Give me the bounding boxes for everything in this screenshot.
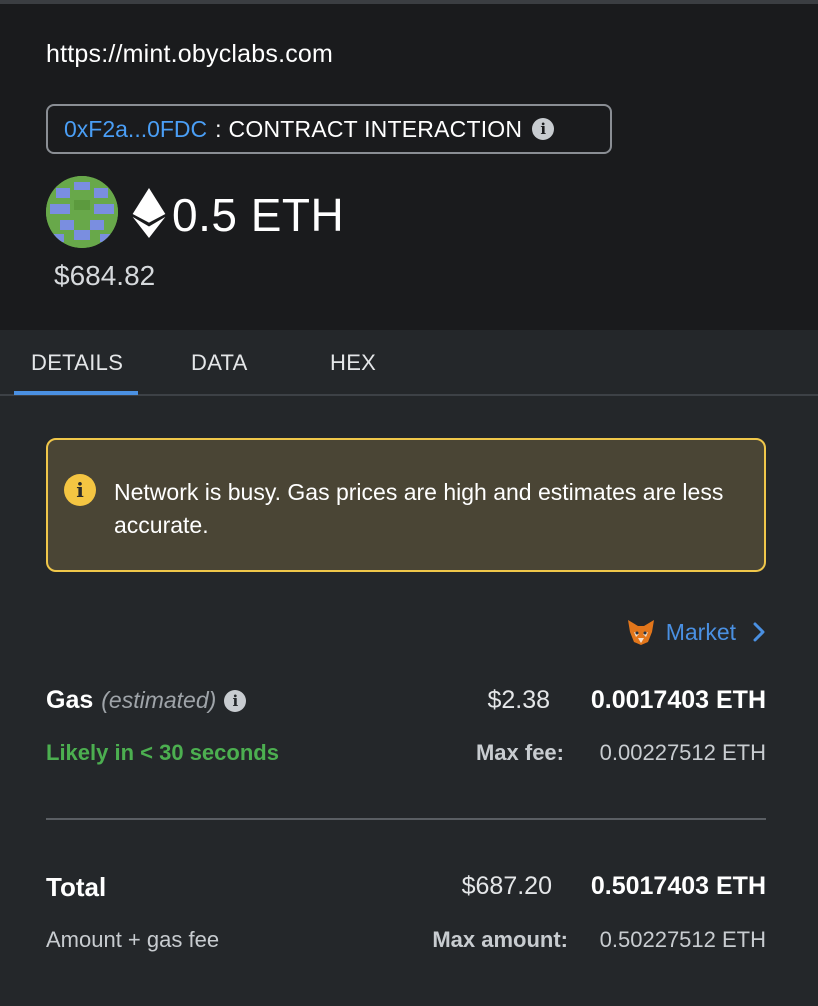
max-fee-value: 0.00227512 ETH bbox=[599, 740, 766, 765]
total-eth-value: 0.5017403 ETH bbox=[590, 872, 766, 900]
warning-message: Network is busy. Gas prices are high and… bbox=[114, 479, 724, 538]
identicon-icon bbox=[46, 176, 118, 248]
ethereum-icon bbox=[132, 188, 166, 238]
gas-info-icon[interactable]: i bbox=[224, 689, 247, 712]
tab-data[interactable]: DATA bbox=[191, 350, 248, 376]
transaction-header: https://mint.obyclabs.com 0xF2a...0FDC :… bbox=[0, 4, 818, 330]
tab-details[interactable]: DETAILS bbox=[31, 350, 123, 376]
transaction-amount: 0.5 ETH bbox=[172, 189, 345, 241]
gas-timing-estimate: Likely in < 30 seconds bbox=[46, 740, 279, 765]
gas-label: Gas bbox=[46, 686, 94, 714]
transaction-fiat-value: $684.82 bbox=[54, 260, 156, 291]
contract-separator: : bbox=[215, 115, 222, 142]
gas-estimated-label: (estimated) bbox=[101, 687, 217, 713]
max-fee-label: Max fee: bbox=[475, 740, 564, 765]
max-amount-label: Max amount: bbox=[432, 927, 568, 952]
max-amount-value: 0.50227512 ETH bbox=[599, 927, 766, 952]
gas-market-selector[interactable]: Market bbox=[626, 618, 766, 646]
tab-bar: DETAILS DATA HEX bbox=[0, 330, 818, 396]
info-icon[interactable]: i bbox=[532, 118, 555, 140]
metamask-fox-icon bbox=[627, 620, 654, 645]
total-sub-label: Amount + gas fee bbox=[46, 927, 220, 952]
tab-hex[interactable]: HEX bbox=[330, 350, 376, 376]
gas-label-row: Gas (estimated) i bbox=[46, 686, 247, 715]
section-divider bbox=[46, 818, 766, 820]
contract-type-label: CONTRACT INTERACTION bbox=[228, 115, 523, 142]
active-tab-indicator bbox=[14, 391, 138, 395]
market-label: Market bbox=[665, 618, 736, 645]
contract-interaction-pill: 0xF2a...0FDC : CONTRACT INTERACTION i bbox=[46, 104, 612, 154]
total-fiat-value: $687.20 bbox=[461, 872, 552, 900]
site-origin: https://mint.obyclabs.com bbox=[46, 40, 334, 68]
account-avatar bbox=[46, 176, 118, 248]
chevron-right-icon bbox=[753, 622, 765, 642]
gas-eth-value: 0.0017403 ETH bbox=[590, 686, 766, 714]
gas-fiat-value: $2.38 bbox=[487, 686, 550, 714]
warning-info-icon: i bbox=[64, 474, 96, 506]
total-label: Total bbox=[46, 872, 107, 902]
contract-address-link[interactable]: 0xF2a...0FDC bbox=[64, 116, 207, 143]
network-busy-warning: i Network is busy. Gas prices are high a… bbox=[46, 438, 766, 572]
